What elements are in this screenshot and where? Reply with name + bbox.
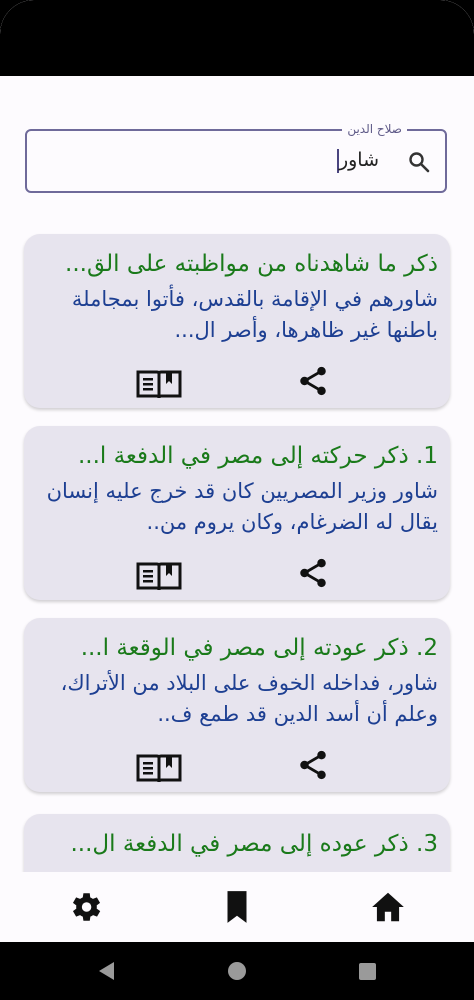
result-card[interactable]: 3. ذكر عوده إلى مصر في الدفعة ال... — [24, 814, 450, 872]
search-query: شاور — [338, 149, 379, 171]
book-icon[interactable] — [136, 368, 182, 400]
back-icon[interactable] — [96, 960, 118, 982]
search-label: صلاح الدين — [342, 121, 407, 137]
app-screen: صلاح الدين شاور ذكر ما شاهدناه من مواظبت… — [0, 0, 474, 942]
result-snippet: شاورهم في الإقامة بالقدس، فأتوا بمجاملة … — [71, 287, 438, 342]
search-field[interactable]: صلاح الدين شاور — [25, 121, 447, 193]
result-card[interactable]: ذكر ما شاهدناه من مواظبته على الق... شاو… — [24, 234, 450, 408]
result-snippet: شاور وزير المصريين كان قد خرج عليه إنسان… — [46, 479, 438, 534]
book-icon[interactable] — [136, 560, 182, 592]
result-title: 3. ذكر عوده إلى مصر في الدفعة ال... — [70, 831, 438, 857]
search-input[interactable]: شاور — [336, 147, 379, 173]
recent-apps-icon[interactable] — [359, 963, 376, 980]
book-icon[interactable] — [136, 752, 182, 784]
results-list[interactable]: صلاح الدين شاور ذكر ما شاهدناه من مواظبت… — [0, 76, 474, 872]
result-title: 1. ذكر حركته إلى مصر في الدفعة ا... — [77, 443, 438, 469]
result-card[interactable]: 1. ذكر حركته إلى مصر في الدفعة ا... شاور… — [24, 426, 450, 600]
gear-icon[interactable] — [66, 888, 104, 926]
result-snippet: شاور، فداخله الخوف على البلاد من الأتراك… — [60, 671, 438, 726]
result-snippet — [34, 864, 438, 872]
share-icon[interactable] — [296, 748, 330, 782]
search-icon[interactable] — [407, 150, 431, 174]
result-title: ذكر ما شاهدناه من مواظبته على الق... — [65, 251, 438, 277]
status-bar — [0, 0, 474, 76]
result-title: 2. ذكر عودته إلى مصر في الوقعة ا... — [80, 635, 438, 661]
bookmark-icon[interactable] — [218, 888, 256, 926]
share-icon[interactable] — [296, 364, 330, 398]
bottom-navigation — [0, 872, 474, 942]
home-icon[interactable] — [369, 888, 407, 926]
share-icon[interactable] — [296, 556, 330, 590]
phone-frame: صلاح الدين شاور ذكر ما شاهدناه من مواظبت… — [0, 0, 474, 1000]
result-card[interactable]: 2. ذكر عودته إلى مصر في الوقعة ا... شاور… — [24, 618, 450, 792]
system-home-icon[interactable] — [228, 962, 246, 980]
